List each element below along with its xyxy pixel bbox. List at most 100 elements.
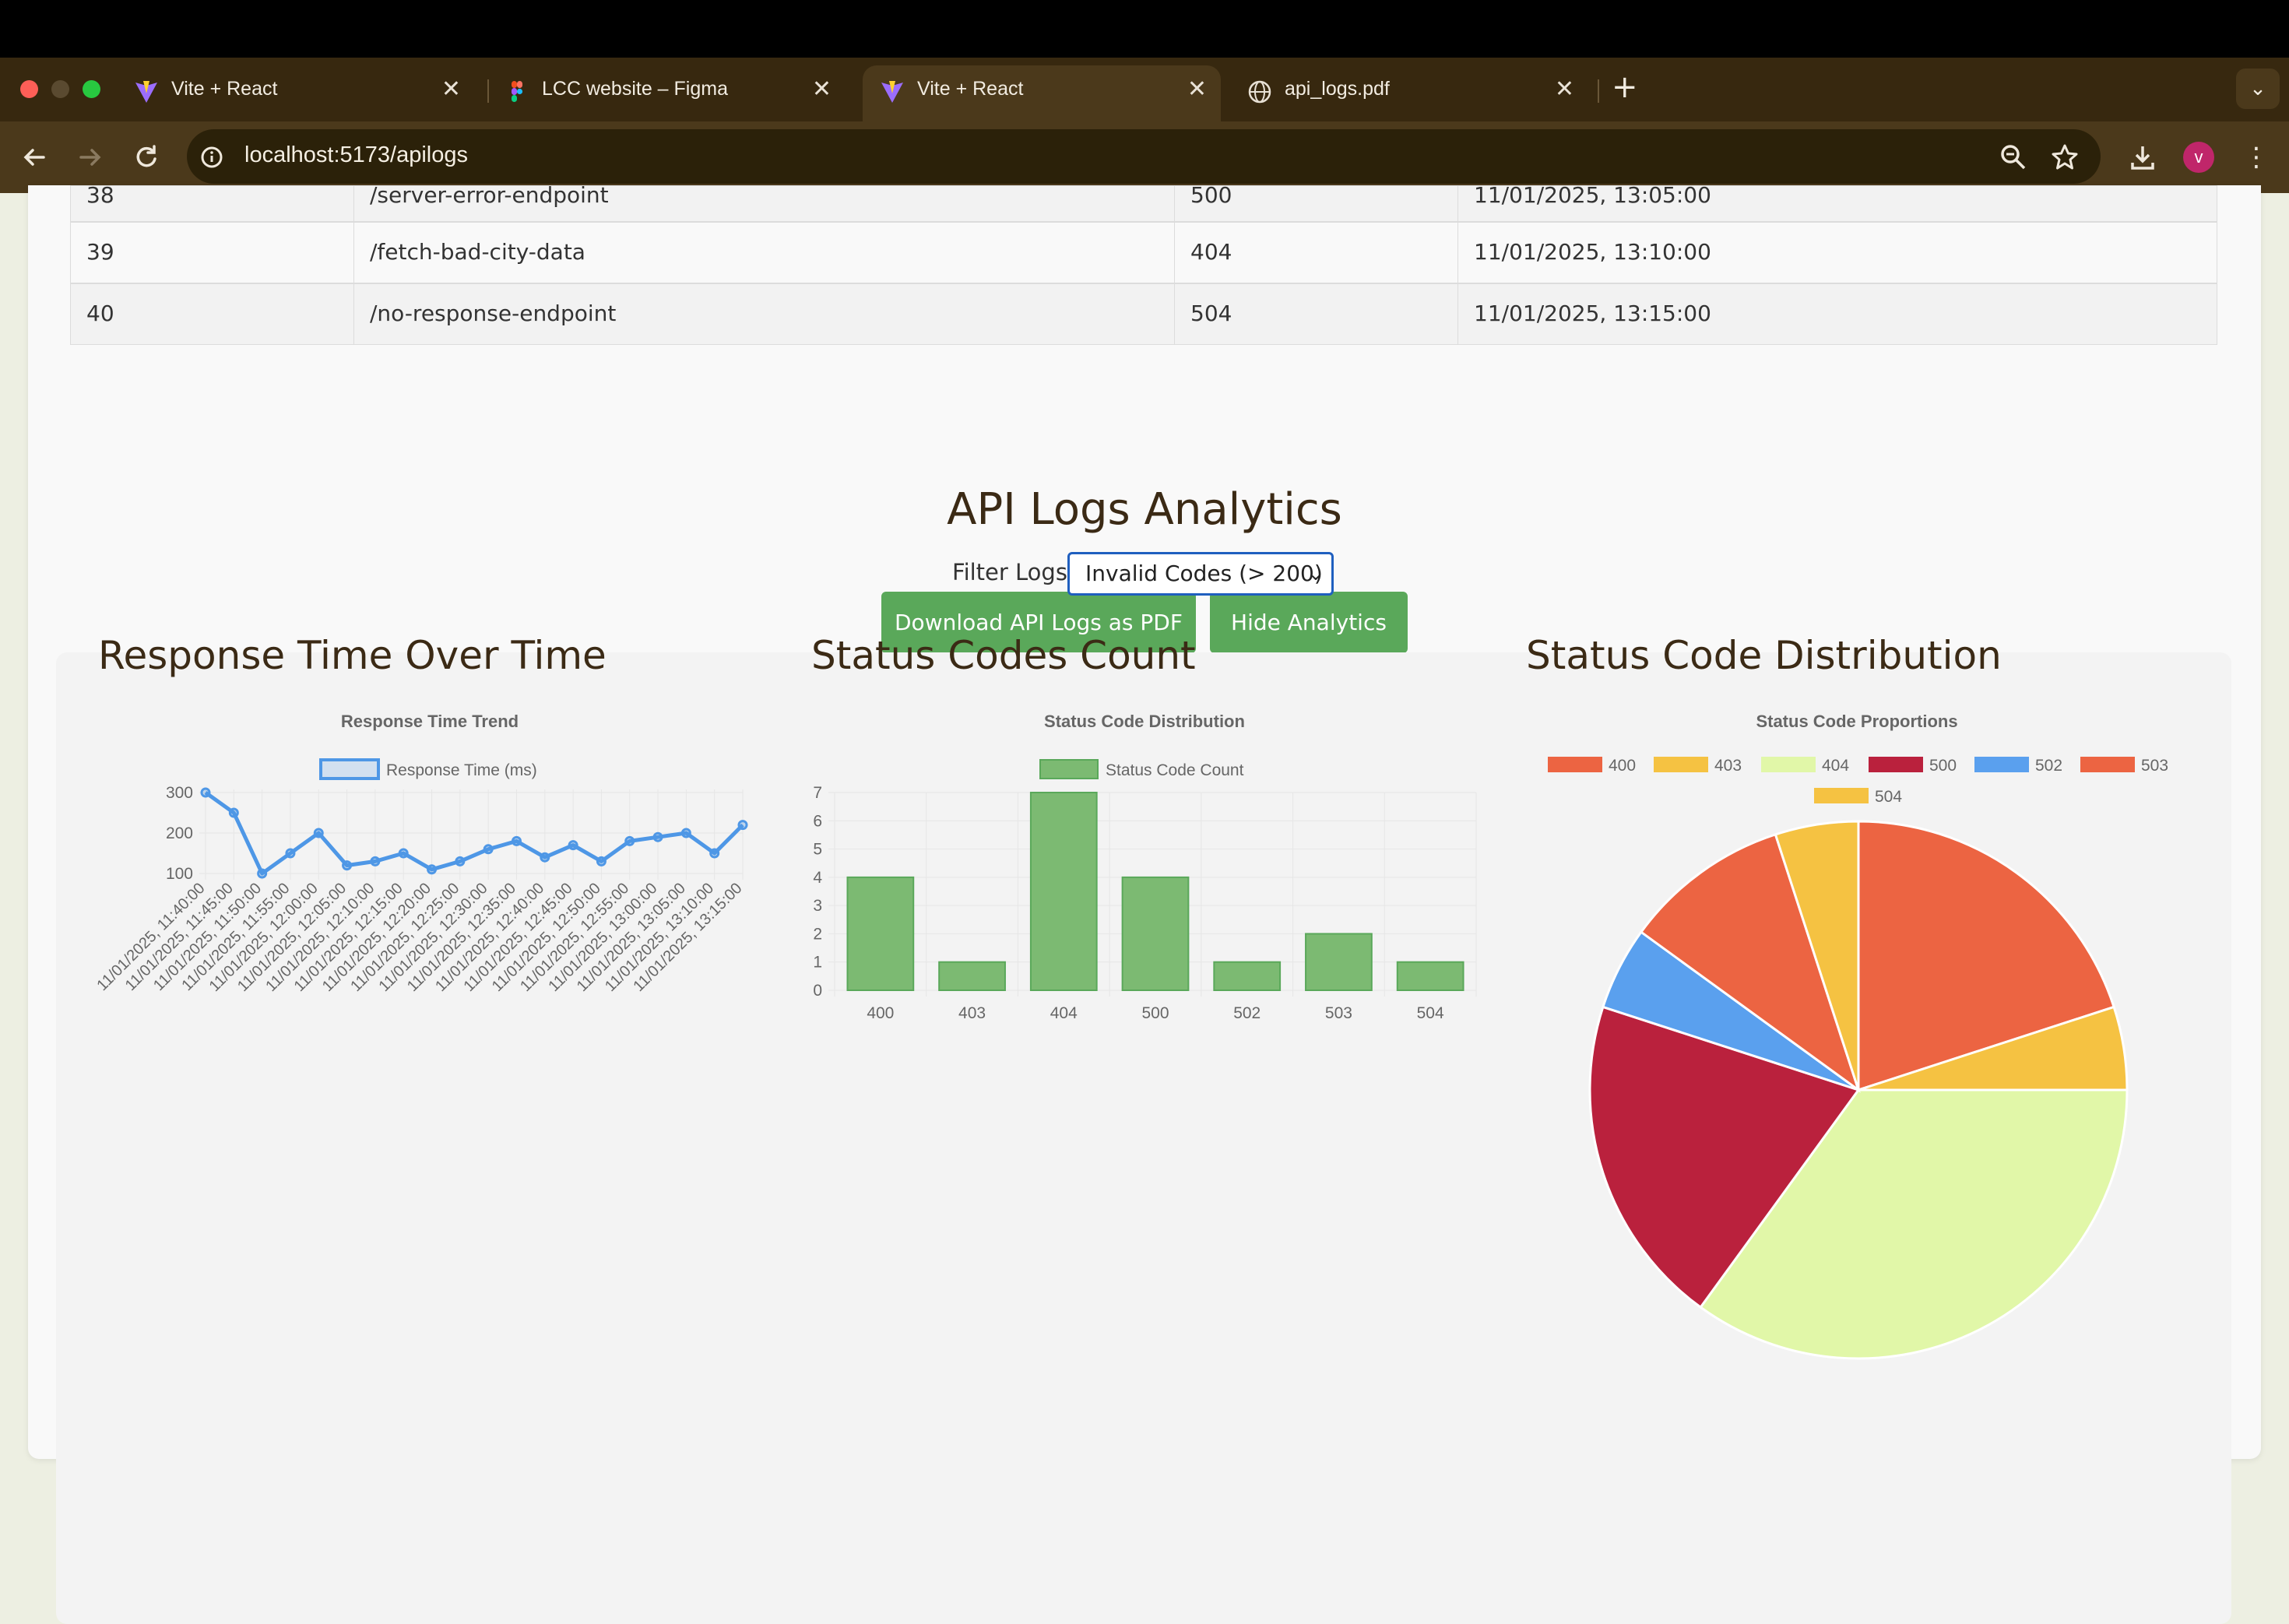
window-minimize-button[interactable] xyxy=(51,80,69,98)
data-point xyxy=(540,852,550,863)
status-count-chart: Status Code Distribution Status Code Coun… xyxy=(813,712,1477,1022)
x-tick-label: 404 xyxy=(1050,1004,1078,1022)
cell-endpoint: /fetch-bad-city-data xyxy=(354,223,1175,283)
tab-label: Vite + React xyxy=(917,78,1024,100)
globe-icon xyxy=(1248,80,1271,104)
site-info-icon[interactable] xyxy=(199,145,224,170)
tab-vite-react-active[interactable]: Vite + React ✕ xyxy=(863,65,1221,121)
bar xyxy=(1029,792,1098,991)
arrow-right-icon xyxy=(79,149,101,166)
cell-id: 39 xyxy=(71,223,354,283)
filter-value: Invalid Codes (> 200) xyxy=(1085,561,1323,586)
legend-swatch xyxy=(319,758,380,780)
data-point xyxy=(370,856,381,866)
close-icon[interactable]: ✕ xyxy=(441,76,461,103)
cell-timestamp: 11/01/2025, 13:10:00 xyxy=(1474,239,1711,265)
legend-swatch xyxy=(1974,757,2029,772)
legend-label: 403 xyxy=(1714,757,1742,775)
legend-label: 503 xyxy=(2141,757,2168,775)
y-tick-label: 6 xyxy=(813,812,822,830)
filter-label: Filter Logs: xyxy=(952,559,1075,585)
tab-label: Vite + React xyxy=(171,78,278,100)
back-button[interactable] xyxy=(16,139,53,176)
data-point xyxy=(624,835,635,846)
data-point xyxy=(228,807,239,818)
tab-api-logs-pdf[interactable]: api_logs.pdf ✕ xyxy=(1230,65,1588,115)
bar xyxy=(1213,961,1282,992)
data-point xyxy=(680,828,691,838)
data-point xyxy=(200,787,211,798)
response-time-chart: Response Time Trend Response Time (ms) 100… xyxy=(93,712,748,995)
table-row: 39 /fetch-bad-city-data 404 11/01/2025, … xyxy=(70,222,2217,283)
data-point xyxy=(737,820,748,831)
window-maximize-button[interactable] xyxy=(83,80,100,98)
status-count-heading: Status Codes Count xyxy=(811,633,1196,678)
legend-label: 404 xyxy=(1822,757,1849,775)
hide-analytics-button[interactable]: Hide Analytics xyxy=(1210,592,1408,653)
legend-swatch xyxy=(1548,757,1602,772)
status-distribution-heading: Status Code Distribution xyxy=(1526,633,2002,678)
window-close-button[interactable] xyxy=(20,80,38,98)
url-text[interactable]: localhost:5173/apilogs xyxy=(244,142,468,168)
download-icon[interactable] xyxy=(2127,142,2158,173)
more-menu-icon[interactable]: ⋮ xyxy=(2241,140,2272,174)
screen-top-bar xyxy=(0,0,2289,58)
legend-swatch xyxy=(2080,757,2135,772)
data-point xyxy=(596,856,607,866)
bar xyxy=(1305,933,1373,991)
y-tick-label: 5 xyxy=(813,841,822,859)
y-tick-label: 200 xyxy=(166,824,193,842)
tab-separator xyxy=(1598,79,1599,103)
forward-button[interactable] xyxy=(72,139,109,176)
figma-icon xyxy=(512,81,523,102)
data-point xyxy=(483,844,494,855)
analytics-title: API Logs Analytics xyxy=(947,484,1342,535)
close-icon[interactable]: ✕ xyxy=(812,76,832,103)
new-tab-button[interactable]: + xyxy=(1612,69,1638,105)
data-point xyxy=(427,864,438,875)
y-tick-label: 7 xyxy=(813,784,822,802)
y-tick-label: 100 xyxy=(166,865,193,883)
legend-label: 500 xyxy=(1929,757,1957,775)
tab-search-button[interactable]: ⌄ xyxy=(2236,69,2280,109)
avatar[interactable]: v xyxy=(2183,142,2214,173)
y-tick-label: 4 xyxy=(813,869,822,887)
vite-icon xyxy=(135,81,157,103)
y-tick-label: 0 xyxy=(813,982,822,1000)
legend-swatch xyxy=(1869,757,1923,772)
x-tick-label: 400 xyxy=(867,1004,894,1022)
data-point xyxy=(568,840,578,851)
legend-label: Status Code Count xyxy=(1106,761,1244,779)
zoom-icon[interactable] xyxy=(1998,142,2029,173)
y-tick-label: 2 xyxy=(813,925,822,943)
data-point xyxy=(313,828,324,838)
chevron-down-icon: ⌄ xyxy=(2249,77,2266,100)
legend-swatch xyxy=(1761,757,1816,772)
tab-vite-react-1[interactable]: Vite + React ✕ xyxy=(117,65,475,115)
address-bar[interactable] xyxy=(187,129,2101,184)
chart-title: Response Time Trend xyxy=(341,712,519,731)
cell-endpoint: /server-error-endpoint xyxy=(354,186,1175,221)
avatar-initial: v xyxy=(2194,147,2203,167)
data-point xyxy=(455,856,466,866)
reload-button[interactable] xyxy=(128,139,165,176)
data-point xyxy=(709,848,720,859)
star-icon[interactable] xyxy=(2049,142,2080,173)
legend-label: 502 xyxy=(2035,757,2062,775)
chart-title: Status Code Distribution xyxy=(1044,712,1245,731)
legend-label: 504 xyxy=(1875,788,1902,806)
filter-select[interactable]: Invalid Codes (> 200) ⌄ xyxy=(1067,552,1334,596)
close-icon[interactable]: ✕ xyxy=(1555,76,1574,103)
data-point xyxy=(257,868,268,879)
arrow-left-icon xyxy=(23,149,45,166)
tab-lcc-figma[interactable]: LCC website – Figma ✕ xyxy=(487,65,846,115)
cell-id: 40 xyxy=(71,284,354,344)
close-icon[interactable]: ✕ xyxy=(1187,76,1207,103)
legend-swatch xyxy=(1654,757,1708,772)
bar xyxy=(1121,876,1190,991)
bar xyxy=(938,961,1006,992)
data-point xyxy=(511,835,522,846)
response-time-heading: Response Time Over Time xyxy=(98,633,607,678)
cell-id: 38 xyxy=(71,186,354,221)
x-tick-label: 503 xyxy=(1325,1004,1352,1022)
